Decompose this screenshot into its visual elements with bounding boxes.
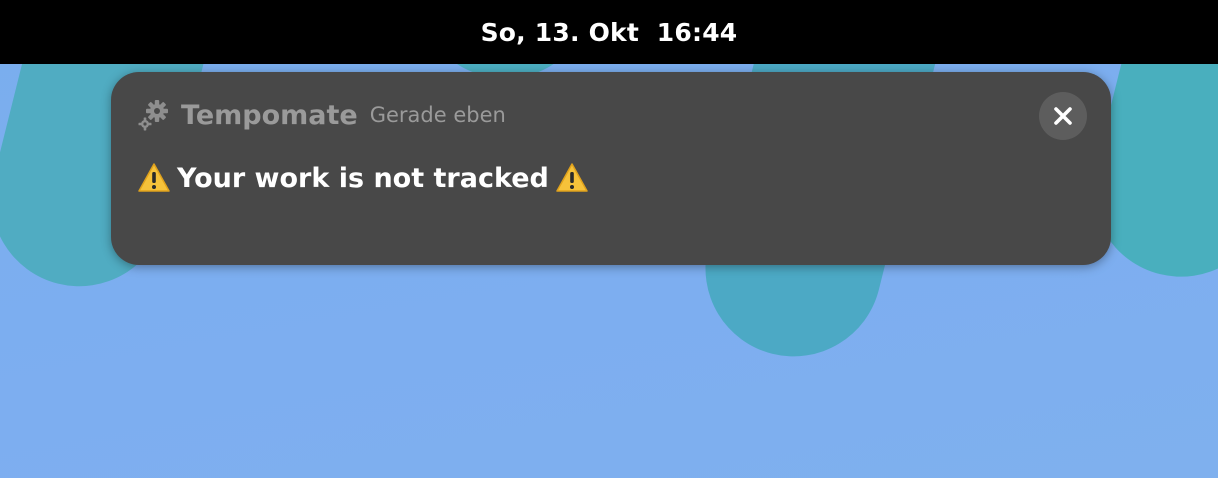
notification-timestamp: Gerade eben bbox=[369, 103, 506, 127]
close-icon bbox=[1054, 107, 1072, 125]
notification-body: Your work is not tracked bbox=[137, 158, 589, 198]
gears-icon bbox=[137, 98, 171, 132]
warning-icon bbox=[138, 163, 170, 192]
notification-header: Tempomate Gerade eben bbox=[137, 98, 506, 132]
top-bar: So, 13. Okt 16:44 bbox=[0, 0, 1218, 64]
close-button[interactable] bbox=[1039, 92, 1087, 140]
notification-message: Your work is not tracked bbox=[177, 162, 549, 194]
date-time-clock[interactable]: So, 13. Okt 16:44 bbox=[481, 18, 738, 47]
notification-banner[interactable]: Tempomate Gerade eben Your work is not t… bbox=[111, 72, 1111, 265]
warning-icon bbox=[556, 163, 588, 192]
app-name: Tempomate bbox=[181, 99, 358, 131]
